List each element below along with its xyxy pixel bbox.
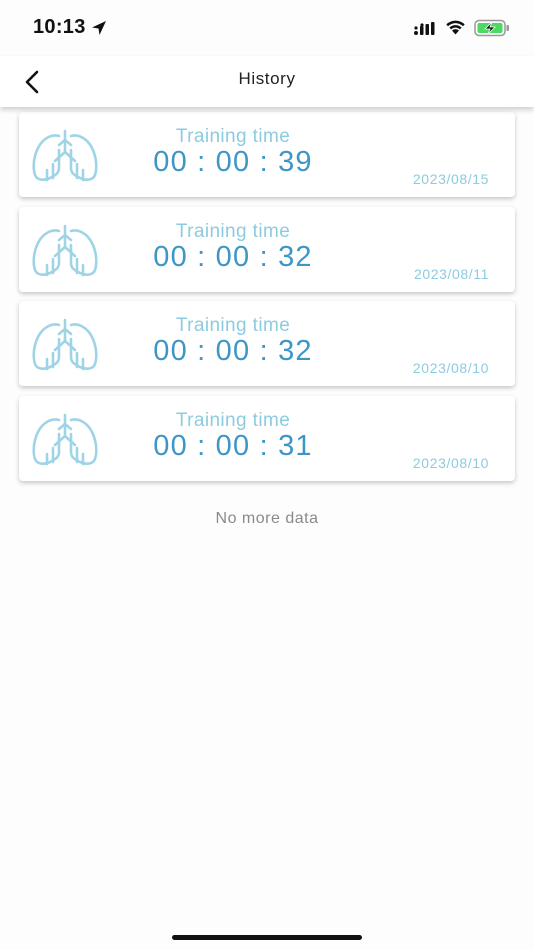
training-duration: 00 : 00 : 32 xyxy=(153,335,313,367)
history-record-card[interactable]: Training time 00 : 00 : 39 2023/08/15 xyxy=(19,112,515,197)
training-duration: 00 : 00 : 31 xyxy=(153,429,313,462)
battery-charging-icon xyxy=(474,19,509,37)
status-time: 10:13 xyxy=(33,16,86,38)
training-duration: 00 : 00 : 32 xyxy=(153,240,313,273)
training-time-label: Training time xyxy=(175,409,291,431)
record-date: 2023/08/11 xyxy=(413,265,489,282)
record-date: 2023/08/10 xyxy=(412,454,489,471)
status-bar: 10:13 xyxy=(0,0,534,56)
location-arrow-icon xyxy=(92,21,106,35)
history-record-card[interactable]: Training time 00 : 00 : 31 2023/08/10 xyxy=(19,395,515,481)
cellular-signal-icon xyxy=(414,22,435,35)
lung-icon xyxy=(32,224,98,276)
history-screen: 10:13 History Training time 00: 00: 39… xyxy=(0,0,534,950)
home-indicator[interactable] xyxy=(172,935,362,940)
list-end-message: No more data xyxy=(215,510,319,527)
page-title: History xyxy=(238,69,296,88)
lung-icon xyxy=(32,129,98,182)
history-record-card[interactable]: Training time 00 : 00 : 32 2023/08/10 xyxy=(19,301,515,386)
record-date: 2023/08/10 xyxy=(412,360,489,376)
training-time-label: Training time xyxy=(175,220,291,242)
training-duration: 00 : 00 : 39 xyxy=(153,146,313,178)
training-time-label: Training time xyxy=(175,315,291,336)
history-list: Training time 00 : 00 : 39 2023/08/15 Tr… xyxy=(19,112,515,490)
nav-bar: History xyxy=(0,56,534,107)
lung-icon xyxy=(32,318,98,371)
lung-icon xyxy=(32,413,98,465)
training-time-label: Training time xyxy=(175,126,291,147)
wifi-icon xyxy=(446,20,465,35)
history-record-card[interactable]: Training time 00 : 00 : 32 2023/08/11 xyxy=(19,206,515,292)
record-date: 2023/08/15 xyxy=(412,171,489,187)
